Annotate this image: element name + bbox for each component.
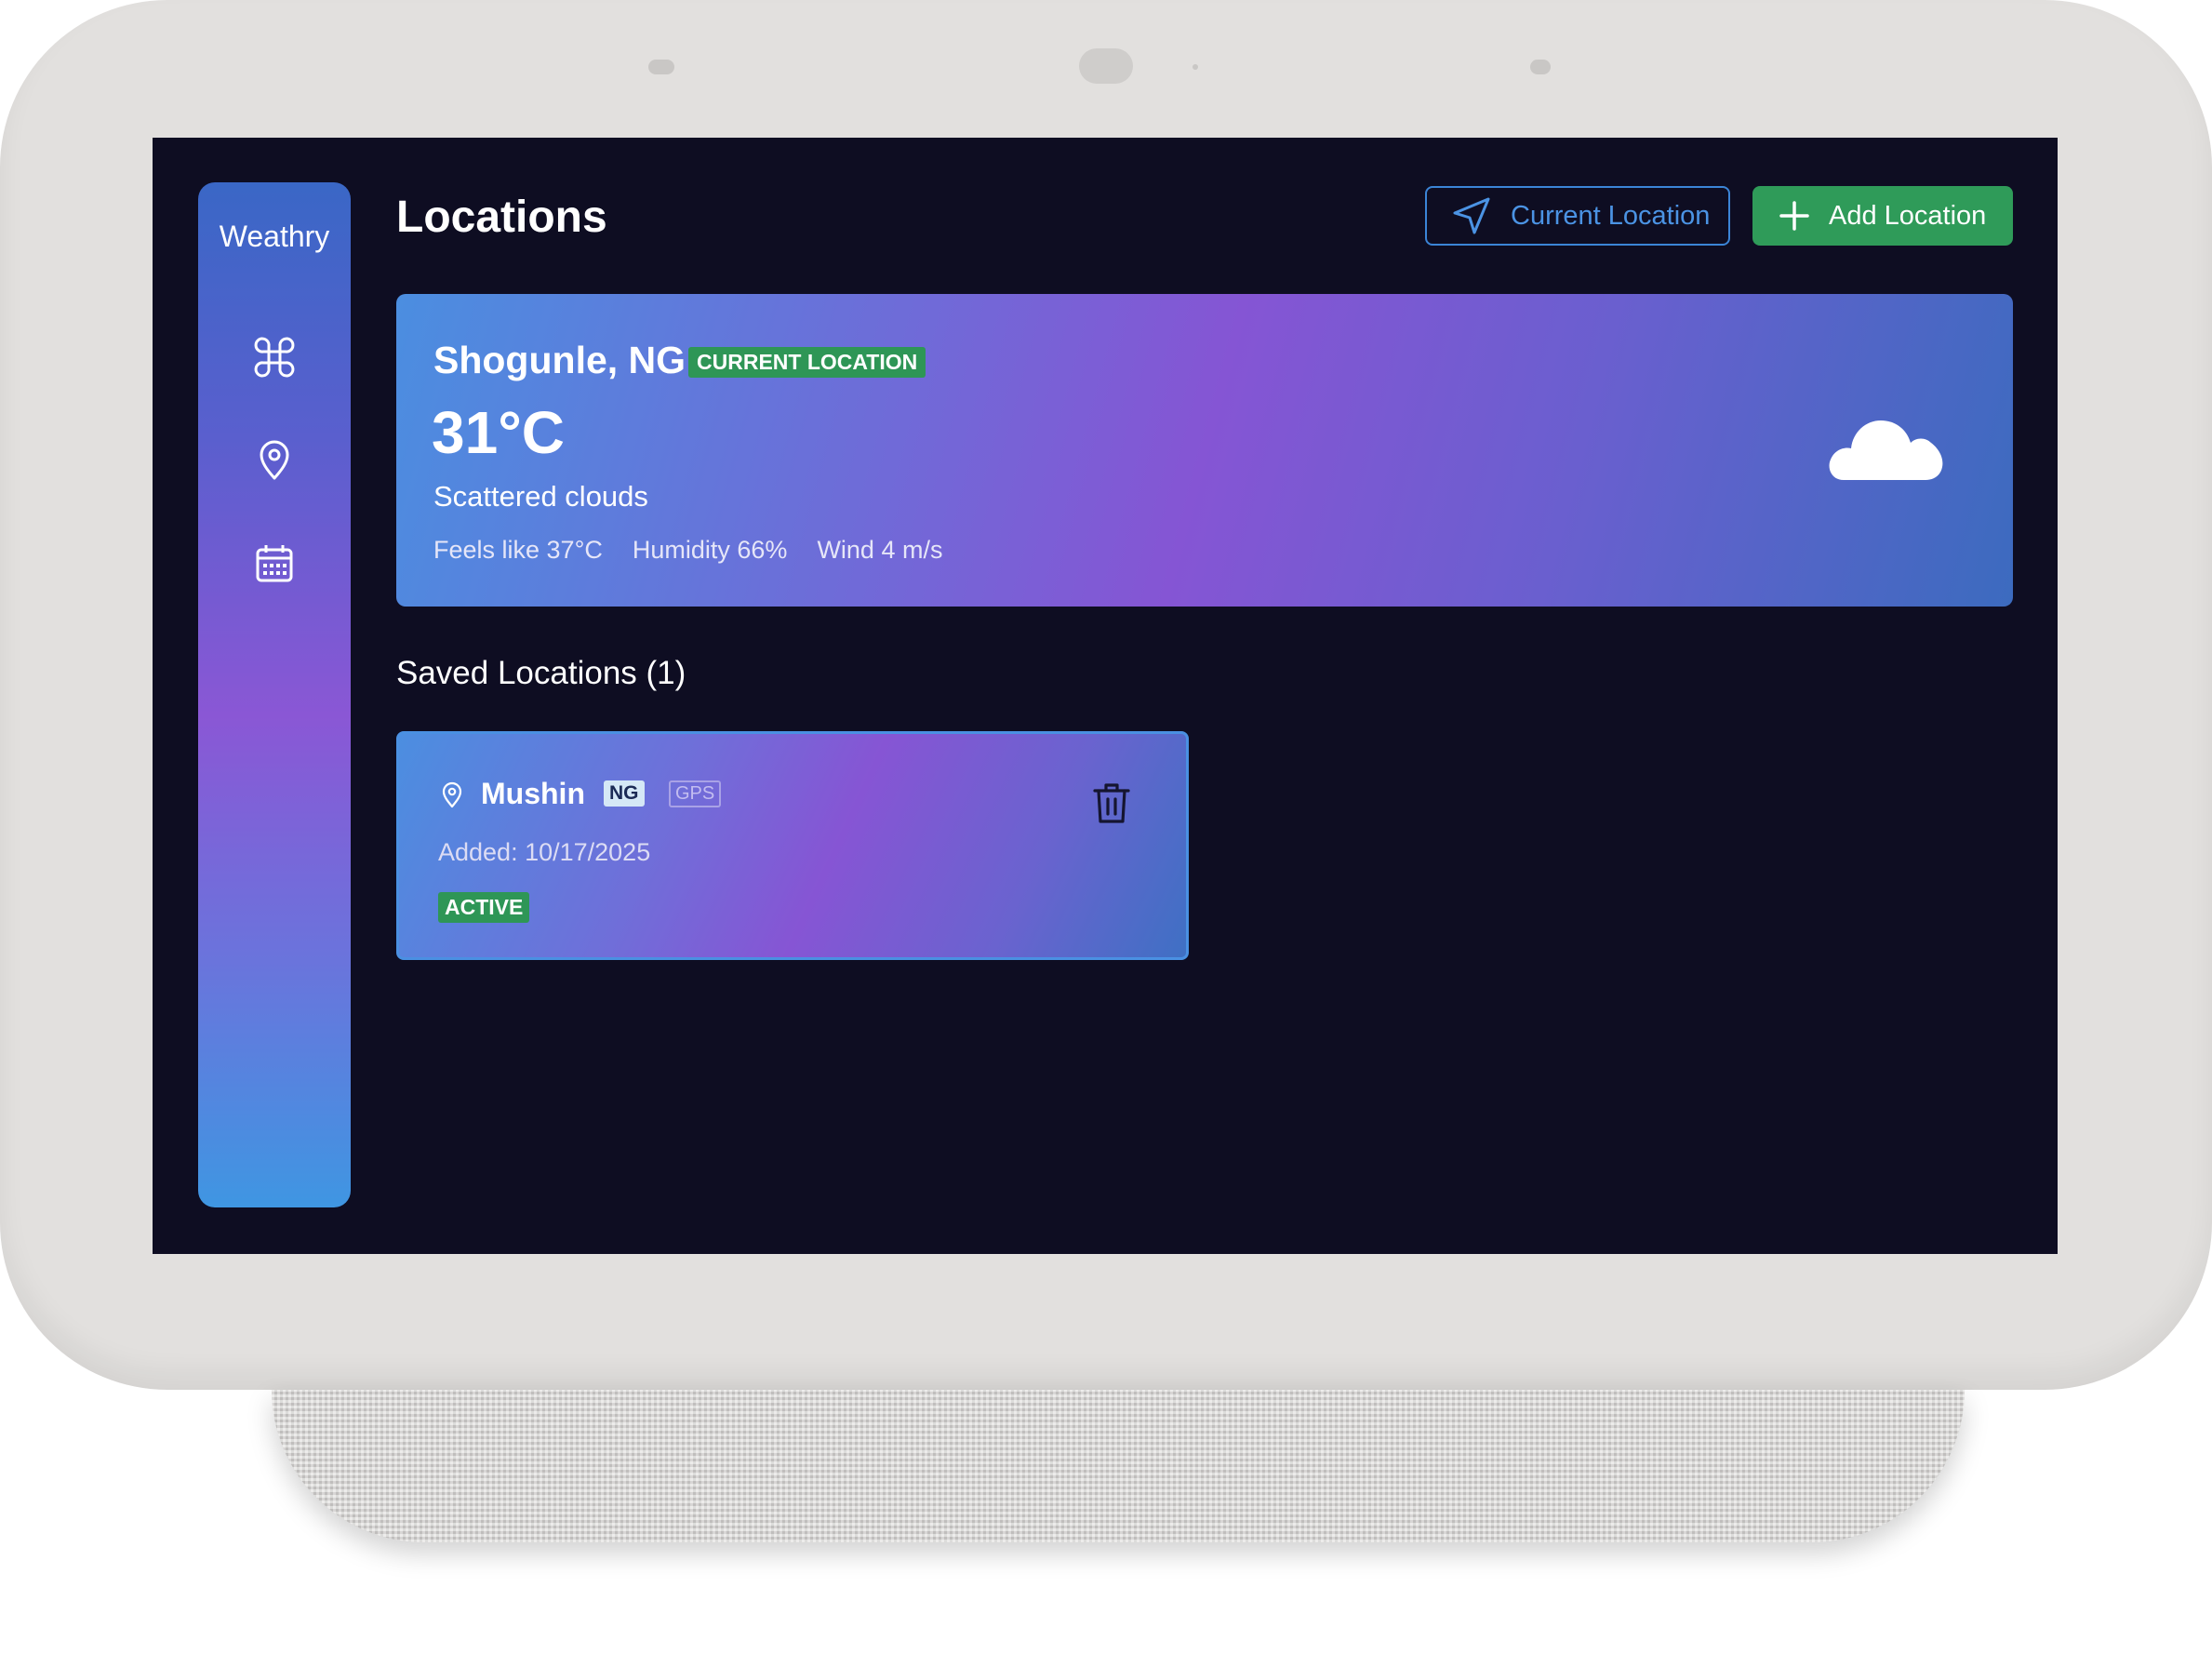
light-sensor	[1193, 64, 1198, 70]
cloud-icon	[1829, 420, 1943, 480]
current-weather-card: Shogunle, NG CURRENT LOCATION 31°C Scatt…	[396, 294, 2013, 607]
sidebar-item-dashboard[interactable]	[250, 333, 299, 381]
wind-text: Wind 4 m/s	[817, 536, 943, 564]
camera-lens	[1079, 48, 1133, 84]
added-date: Added: 10/17/2025	[438, 838, 651, 866]
sensor-right	[1530, 60, 1551, 74]
gps-tag: GPS	[669, 780, 722, 807]
saved-location-name: Mushin	[481, 777, 585, 810]
sidebar-item-calendar[interactable]	[250, 540, 299, 588]
current-location-badge: CURRENT LOCATION	[688, 347, 926, 378]
current-temperature: 31°C	[432, 399, 565, 466]
location-pin-icon	[442, 781, 462, 808]
app-logo-text: Weathry	[219, 220, 330, 253]
calendar-icon	[256, 545, 293, 582]
add-location-label: Add Location	[1829, 200, 1987, 231]
feels-like-text: Feels like 37°C	[433, 536, 603, 564]
delete-trash-icon[interactable]	[1091, 780, 1132, 825]
current-location-label: Current Location	[1511, 200, 1711, 231]
current-city-name: Shogunle, NG	[433, 339, 686, 381]
page-title: Locations	[396, 193, 607, 242]
sidebar: Weathry	[198, 182, 351, 1207]
humidity-text: Humidity 66%	[632, 536, 788, 564]
app-screen: Weathry Locations Current Location Add L…	[153, 138, 2058, 1254]
country-tag: NG	[604, 780, 645, 807]
saved-locations-heading: Saved Locations (1)	[396, 655, 686, 691]
dashboard-icon	[254, 337, 295, 378]
weather-stats: Feels like 37°C Humidity 66% Wind 4 m/s	[433, 536, 942, 565]
active-status-badge: ACTIVE	[438, 892, 530, 923]
current-location-button[interactable]: Current Location	[1425, 186, 1730, 246]
sidebar-item-locations[interactable]	[250, 435, 299, 484]
sensor-left	[648, 60, 674, 74]
fabric-speaker-base	[272, 1390, 1965, 1542]
weather-description: Scattered clouds	[433, 480, 648, 513]
smart-display-frame: Weathry Locations Current Location Add L…	[0, 0, 2212, 1390]
location-pin-icon	[260, 440, 289, 480]
plus-icon	[1779, 201, 1809, 231]
navigation-arrow-icon	[1453, 197, 1490, 234]
saved-location-card[interactable]: Mushin NG GPS Added: 10/17/2025 ACTIVE	[396, 731, 1189, 960]
add-location-button[interactable]: Add Location	[1752, 186, 2013, 246]
